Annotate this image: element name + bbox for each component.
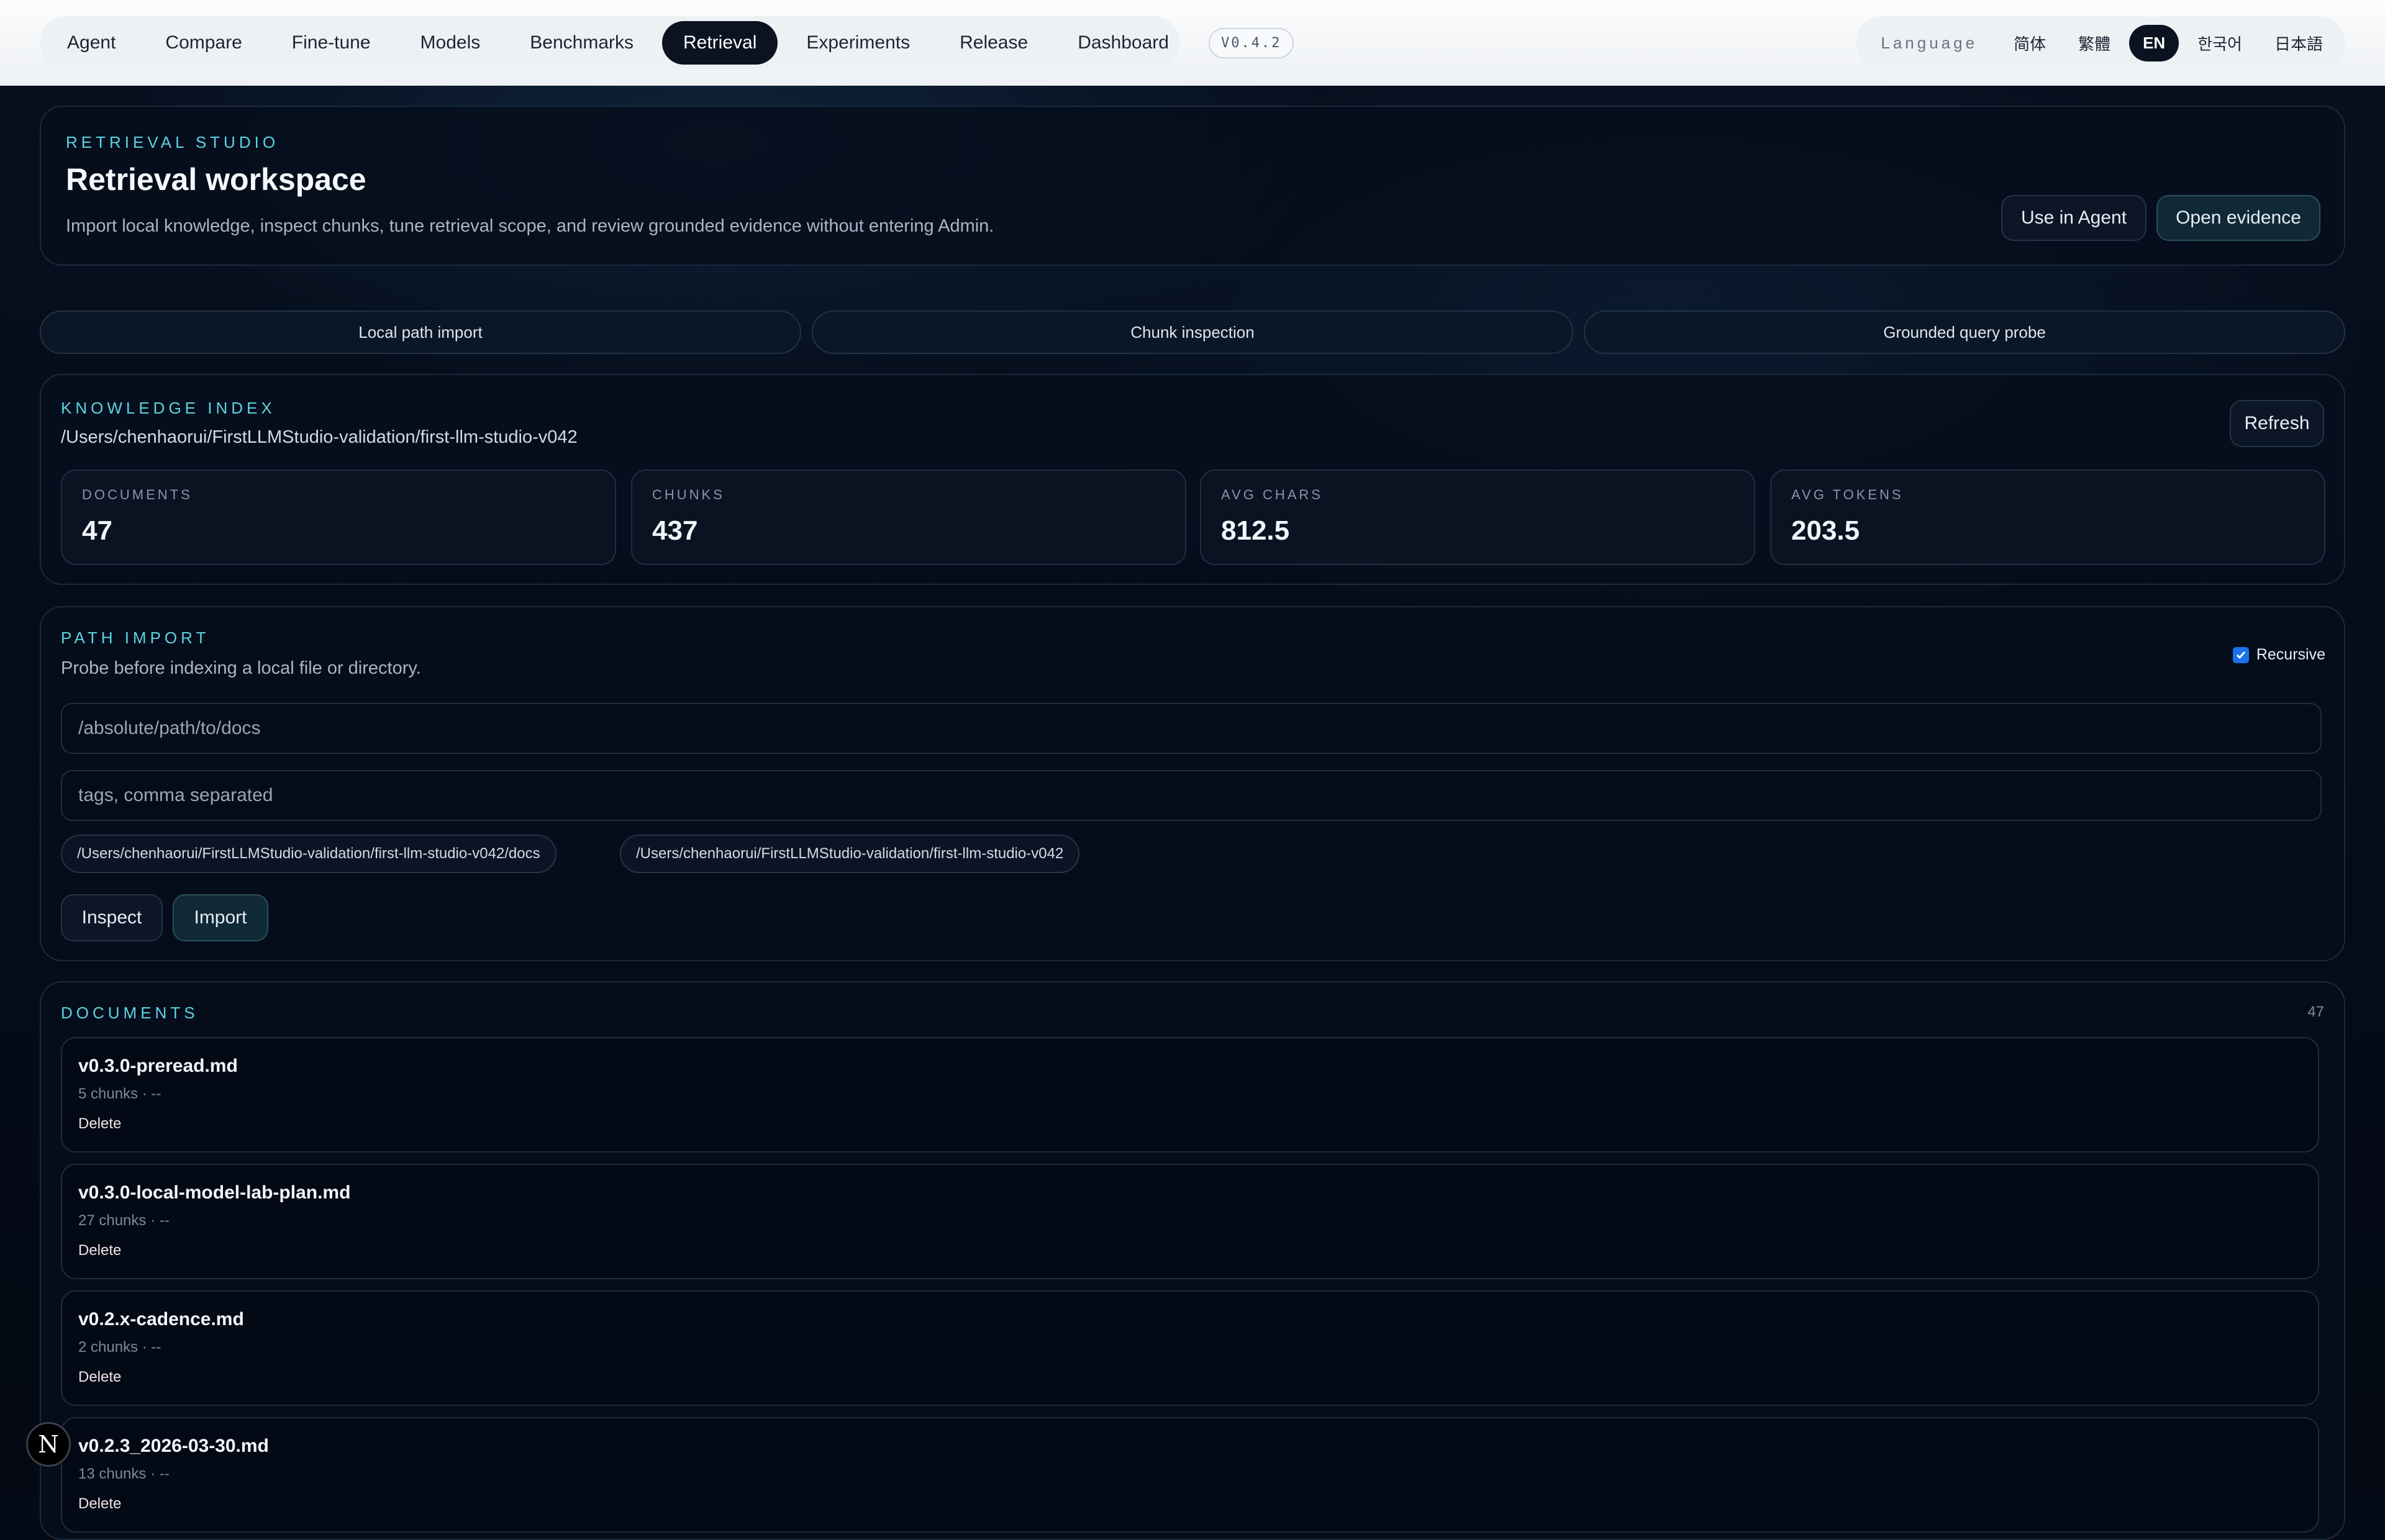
list-item[interactable]: v0.3.0-preread.md 5 chunks · -- Delete (61, 1037, 2319, 1153)
page-title: Retrieval workspace (66, 162, 366, 197)
inspect-button[interactable]: Inspect (61, 894, 163, 941)
nav-item-dashboard[interactable]: Dashboard (1056, 21, 1190, 65)
documents-card: DOCUMENTS 47 v0.3.0-preread.md 5 chunks … (40, 981, 2345, 1540)
recursive-toggle[interactable]: Recursive (2232, 646, 2325, 664)
path-import-eyebrow: PATH IMPORT (61, 628, 210, 647)
lang-option-en[interactable]: EN (2129, 24, 2179, 61)
document-name: v0.2.x-cadence.md (78, 1309, 244, 1329)
delete-button[interactable]: Delete (78, 1242, 121, 1259)
document-meta: 2 chunks · -- (78, 1339, 161, 1356)
stat-avg-tokens: AVG TOKENS 203.5 (1770, 469, 2325, 565)
main-nav: Agent Compare Fine-tune Models Benchmark… (40, 16, 1294, 70)
stat-label: DOCUMENTS (82, 487, 193, 502)
path-suggestion-chip[interactable]: /Users/chenhaorui/FirstLLMStudio-validat… (620, 835, 1080, 873)
delete-button[interactable]: Delete (78, 1495, 121, 1513)
language-label: Language (1881, 33, 1978, 52)
hero-description: Import local knowledge, inspect chunks, … (66, 216, 994, 236)
tab-local-path-import[interactable]: Local path import (40, 310, 801, 354)
top-bar: Agent Compare Fine-tune Models Benchmark… (0, 0, 2385, 86)
document-meta: 5 chunks · -- (78, 1085, 161, 1102)
stat-avg-chars: AVG CHARS 812.5 (1200, 469, 1755, 565)
stat-label: AVG TOKENS (1791, 487, 1904, 502)
tab-chunk-inspection[interactable]: Chunk inspection (812, 310, 1573, 354)
document-name: v0.3.0-local-model-lab-plan.md (78, 1182, 351, 1203)
tags-input[interactable]: tags, comma separated (61, 770, 2322, 821)
hero-eyebrow: RETRIEVAL STUDIO (66, 133, 279, 152)
check-icon (2236, 651, 2245, 659)
path-input[interactable]: /absolute/path/to/docs (61, 703, 2322, 754)
list-item[interactable]: v0.2.x-cadence.md 2 chunks · -- Delete (61, 1290, 2319, 1406)
delete-button[interactable]: Delete (78, 1369, 121, 1386)
path-suggestion-chip[interactable]: /Users/chenhaorui/FirstLLMStudio-validat… (61, 835, 556, 873)
path-import-description: Probe before indexing a local file or di… (61, 658, 421, 678)
knowledge-index-eyebrow: KNOWLEDGE INDEX (61, 399, 276, 417)
recursive-label: Recursive (2256, 646, 2325, 663)
use-in-agent-button[interactable]: Use in Agent (2001, 195, 2146, 241)
open-evidence-button[interactable]: Open evidence (2156, 195, 2320, 241)
document-name: v0.3.0-preread.md (78, 1056, 238, 1076)
stat-label: AVG CHARS (1221, 487, 1323, 502)
stat-value: 203.5 (1791, 515, 1860, 546)
path-import-card: PATH IMPORT Probe before indexing a loca… (40, 606, 2345, 961)
stat-chunks: CHUNKS 437 (631, 469, 1186, 565)
stat-documents: DOCUMENTS 47 (61, 469, 616, 565)
nav-item-experiments[interactable]: Experiments (785, 21, 931, 65)
tab-grounded-query-probe[interactable]: Grounded query probe (1584, 310, 2345, 354)
nav-item-benchmarks[interactable]: Benchmarks (509, 21, 655, 65)
index-path: /Users/chenhaorui/FirstLLMStudio-validat… (61, 427, 578, 447)
stat-label: CHUNKS (652, 487, 725, 502)
document-meta: 27 chunks · -- (78, 1212, 170, 1229)
document-meta: 13 chunks · -- (78, 1465, 170, 1482)
language-switcher: Language 简体 繁體 EN 한국어 日本語 (1856, 16, 2345, 70)
delete-button[interactable]: Delete (78, 1115, 121, 1133)
version-badge: V0.4.2 (1208, 27, 1294, 58)
import-button[interactable]: Import (173, 894, 268, 941)
list-item[interactable]: v0.2.3_2026-03-30.md 13 chunks · -- Dele… (61, 1417, 2319, 1533)
lang-option-ja[interactable]: 日本語 (2261, 23, 2337, 63)
documents-count: 47 (2307, 1003, 2324, 1020)
lang-option-ko[interactable]: 한국어 (2184, 23, 2256, 63)
recursive-checkbox[interactable] (2232, 646, 2249, 663)
nav-item-models[interactable]: Models (399, 21, 502, 65)
nav-item-release[interactable]: Release (938, 21, 1049, 65)
refresh-button[interactable]: Refresh (2230, 400, 2324, 447)
stat-value: 437 (652, 515, 698, 546)
lang-option-zh-hant[interactable]: 繁體 (2065, 23, 2124, 63)
nav-item-agent[interactable]: Agent (46, 21, 137, 65)
nav-item-compare[interactable]: Compare (144, 21, 263, 65)
hero-card: RETRIEVAL STUDIO Retrieval workspace Imp… (40, 106, 2345, 266)
lang-option-zh-hans[interactable]: 简体 (2000, 23, 2060, 63)
stat-value: 47 (82, 515, 112, 546)
nav-item-retrieval[interactable]: Retrieval (662, 21, 778, 65)
floating-dev-badge[interactable]: N (26, 1422, 71, 1467)
stat-value: 812.5 (1221, 515, 1290, 546)
document-name: v0.2.3_2026-03-30.md (78, 1436, 269, 1456)
documents-eyebrow: DOCUMENTS (61, 1003, 199, 1022)
nav-item-fine-tune[interactable]: Fine-tune (271, 21, 392, 65)
list-item[interactable]: v0.3.0-local-model-lab-plan.md 27 chunks… (61, 1164, 2319, 1279)
